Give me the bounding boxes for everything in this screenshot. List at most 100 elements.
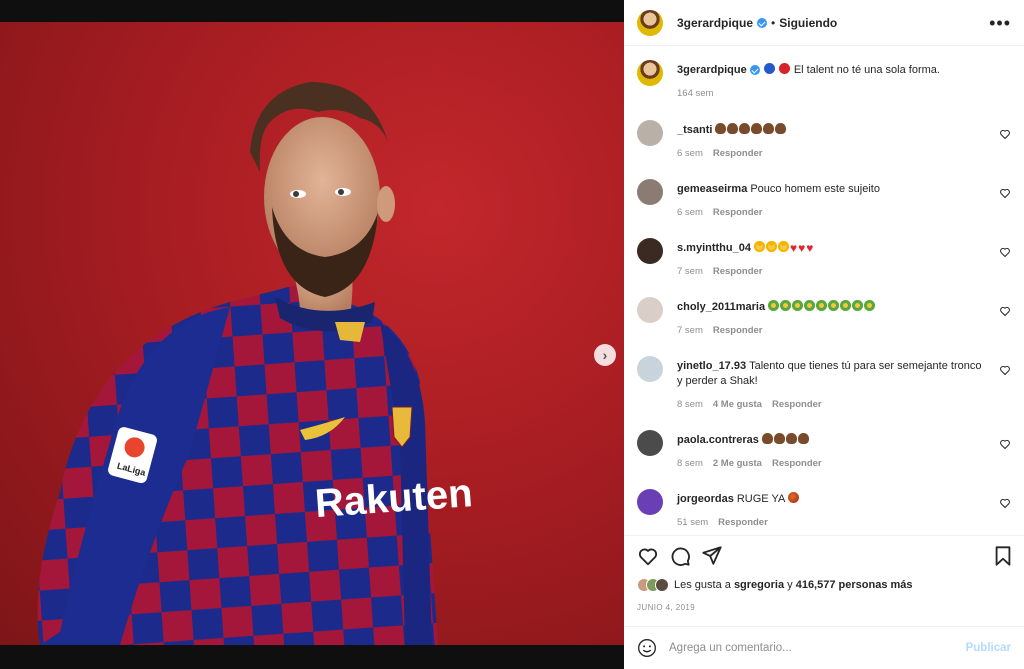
- likes-summary: Les gusta a sgregoria y 416,577 personas…: [637, 578, 913, 592]
- add-comment-bar: Publicar: [624, 626, 1024, 669]
- crying-emoji-icon: [780, 300, 792, 311]
- comment-body: yinetlo_17.93 Talento que tienes tú para …: [677, 359, 989, 389]
- crying-emoji-icon: [840, 300, 852, 311]
- comment-like-icon[interactable]: [999, 305, 1011, 317]
- comment-likes[interactable]: 4 Me gusta: [713, 399, 762, 410]
- caption: 3gerardpique El talent no té una sola fo…: [637, 60, 1011, 110]
- emoji-picker-icon[interactable]: [637, 638, 657, 658]
- blue-circle-icon: [763, 63, 775, 74]
- comment-like-icon[interactable]: [999, 364, 1011, 376]
- comment-item: yinetlo_17.93 Talento que tienes tú para …: [637, 356, 1011, 410]
- commenter-username[interactable]: _tsanti: [677, 124, 712, 136]
- star-struck-emoji-icon: [753, 241, 765, 252]
- comment-time[interactable]: 8 sem: [677, 399, 703, 410]
- comment-time[interactable]: 6 sem: [677, 148, 703, 159]
- crying-emoji-icon: [816, 300, 828, 311]
- post-date[interactable]: JUNIO 4, 2019: [637, 603, 695, 612]
- star-struck-emoji-icon: [777, 241, 789, 252]
- post-actions-bar: [624, 535, 1024, 575]
- comment-like-icon[interactable]: [999, 187, 1011, 199]
- next-photo-button[interactable]: ›: [594, 344, 616, 366]
- comment-like-icon[interactable]: [999, 246, 1011, 258]
- crying-emoji-icon: [792, 300, 804, 311]
- comment-like-icon[interactable]: [999, 128, 1011, 140]
- comment-meta: 7 sem Responder: [677, 325, 763, 336]
- post-side-panel: 3gerardpique • Siguiendo ••• 3gerardpiqu…: [624, 0, 1024, 669]
- commenter-avatar[interactable]: [637, 356, 663, 382]
- comment-input[interactable]: [669, 642, 959, 654]
- crying-emoji-icon: [768, 300, 780, 311]
- comment-item: s.myintthu_04 ♥♥♥ 7 sem Responder: [637, 238, 1011, 288]
- comment-meta: 7 sem Responder: [677, 266, 763, 277]
- photo-illustration: Rakuten LaLiga: [37, 82, 474, 645]
- crying-emoji-icon: [804, 300, 816, 311]
- commenter-avatar[interactable]: [637, 120, 663, 146]
- comment-like-icon[interactable]: [999, 497, 1011, 509]
- comment-time[interactable]: 8 sem: [677, 458, 703, 469]
- star-struck-emoji-icon: [765, 241, 777, 252]
- likes-user[interactable]: sgregoria: [734, 579, 784, 591]
- commenter-avatar[interactable]: [637, 179, 663, 205]
- comment-time[interactable]: 7 sem: [677, 266, 703, 277]
- share-icon[interactable]: [701, 545, 723, 567]
- verified-badge-icon: [757, 17, 768, 28]
- more-options-icon[interactable]: •••: [989, 14, 1011, 32]
- poop-emoji-icon: [761, 433, 773, 444]
- comments-list[interactable]: 3gerardpique El talent no té una sola fo…: [624, 47, 1024, 534]
- likes-middle: y: [787, 579, 793, 591]
- commenter-username[interactable]: s.myintthu_04: [677, 242, 751, 254]
- comment-like-icon[interactable]: [999, 438, 1011, 450]
- commenter-username[interactable]: gemeaseirma: [677, 183, 747, 195]
- poop-emoji-icon: [751, 123, 763, 134]
- caption-avatar[interactable]: [637, 60, 663, 86]
- reply-button[interactable]: Responder: [718, 517, 768, 528]
- owner-username[interactable]: 3gerardpique: [677, 16, 753, 30]
- commenter-username[interactable]: choly_2011maria: [677, 301, 765, 313]
- comment-likes[interactable]: 2 Me gusta: [713, 458, 762, 469]
- commenter-avatar[interactable]: [637, 430, 663, 456]
- poop-emoji-icon: [797, 433, 809, 444]
- red-circle-icon: [778, 63, 790, 74]
- caption-text: El talent no té una sola forma.: [793, 64, 940, 76]
- reply-button[interactable]: Responder: [713, 325, 763, 336]
- likes-count[interactable]: 416,577 personas más: [796, 579, 913, 591]
- commenter-avatar[interactable]: [637, 297, 663, 323]
- caption-username[interactable]: 3gerardpique: [677, 64, 747, 76]
- comment-icon[interactable]: [669, 545, 691, 567]
- comment-time[interactable]: 7 sem: [677, 325, 703, 336]
- comment-item: gemeaseirma Pouco homem este sujeito 6 se…: [637, 179, 1011, 229]
- liker-avatar[interactable]: [655, 578, 669, 592]
- reply-button[interactable]: Responder: [713, 207, 763, 218]
- commenter-username[interactable]: paola.contreras: [677, 434, 759, 446]
- crying-emoji-icon: [864, 300, 876, 311]
- comment-body: jorgeordas RUGE YA: [677, 492, 989, 507]
- comment-time[interactable]: 51 sem: [677, 517, 708, 528]
- bookmark-icon[interactable]: [992, 545, 1014, 567]
- heart-icon[interactable]: [637, 545, 659, 567]
- comment-time[interactable]: 6 sem: [677, 207, 703, 218]
- reply-button[interactable]: Responder: [713, 266, 763, 277]
- crying-emoji-icon: [828, 300, 840, 311]
- caption-meta: 164 sem: [677, 88, 713, 99]
- reply-button[interactable]: Responder: [772, 458, 822, 469]
- comment-text: RUGE YA: [736, 493, 785, 505]
- commenter-username[interactable]: yinetlo_17.93: [677, 360, 746, 372]
- reply-button[interactable]: Responder: [772, 399, 822, 410]
- reply-button[interactable]: Responder: [713, 148, 763, 159]
- poop-emoji-icon: [763, 123, 775, 134]
- post-photo[interactable]: Rakuten LaLiga ›: [0, 22, 624, 645]
- following-button[interactable]: Siguiendo: [779, 16, 837, 30]
- red-heart-emoji-icon: ♥: [806, 241, 814, 255]
- comment-item: choly_2011maria 7 sem Responder: [637, 297, 1011, 347]
- comment-meta: 6 sem Responder: [677, 148, 763, 159]
- commenter-username[interactable]: jorgeordas: [677, 493, 734, 505]
- modal-bottom-overlay: [0, 645, 624, 669]
- owner-avatar[interactable]: [637, 9, 663, 36]
- commenter-avatar[interactable]: [637, 489, 663, 515]
- publish-button[interactable]: Publicar: [966, 642, 1011, 654]
- red-heart-emoji-icon: ♥: [789, 241, 798, 255]
- comment-body: s.myintthu_04 ♥♥♥: [677, 241, 989, 256]
- commenter-avatar[interactable]: [637, 238, 663, 264]
- instagram-post-modal: Rakuten LaLiga › 3gerardpique • Siguiend…: [0, 0, 1024, 669]
- comment-meta: 51 sem Responder: [677, 517, 768, 528]
